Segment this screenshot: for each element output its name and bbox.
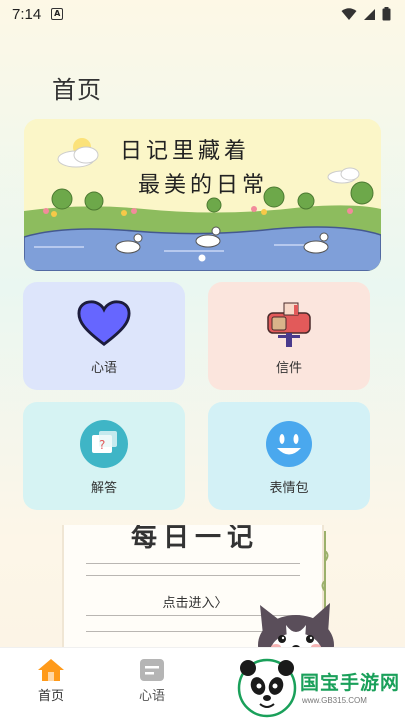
notebook-line — [86, 563, 300, 564]
daily-note-section[interactable]: 每日一记 点击进入〉 — [0, 525, 405, 647]
heart-icon — [77, 299, 131, 349]
signal-icon — [364, 8, 375, 20]
battery-icon — [382, 7, 391, 21]
smiley-icon — [262, 419, 316, 469]
card-xinjian[interactable]: 信件 — [208, 282, 370, 390]
panda-logo-icon — [237, 658, 297, 718]
tab-label: 心语 — [138, 689, 165, 704]
note-icon — [140, 659, 164, 681]
watermark-brand: 国宝手游网 — [300, 672, 401, 694]
banner[interactable]: 日记里藏着 最美的日常 — [24, 119, 381, 271]
page-title: 首页 — [52, 76, 102, 104]
watermark: 国宝手游网 www.GB315.COM — [236, 652, 405, 720]
tab-home[interactable]: 首页 — [21, 658, 81, 704]
watermark-url: www.GB315.COM — [302, 696, 367, 705]
daily-title: 每日一记 — [130, 525, 259, 553]
card-jieda[interactable]: ? 解答 — [23, 402, 185, 510]
mailbox-icon — [262, 299, 316, 349]
home-icon — [38, 659, 64, 681]
banner-text-line1: 日记里藏着 — [120, 139, 251, 164]
card-label: 解答 — [90, 481, 117, 496]
status-right — [341, 7, 391, 21]
dog-mascot-icon — [258, 603, 334, 647]
status-time: 7:14 — [12, 5, 42, 23]
tab-label: 首页 — [37, 689, 64, 704]
card-label: 信件 — [275, 361, 302, 376]
card-label: 表情包 — [269, 481, 309, 496]
wifi-icon — [341, 7, 357, 20]
svg-text:?: ? — [99, 438, 105, 452]
card-xinyu[interactable]: 心语 — [23, 282, 185, 390]
status-bar: 7:14 A — [0, 0, 405, 28]
banner-text-line2: 最美的日常 — [138, 173, 269, 198]
question-chat-icon: ? — [77, 419, 131, 469]
card-label: 心语 — [90, 361, 117, 376]
tab-xinyu[interactable]: 心语 — [122, 658, 182, 704]
status-a-badge: A — [51, 8, 64, 20]
card-biaoqing[interactable]: 表情包 — [208, 402, 370, 510]
